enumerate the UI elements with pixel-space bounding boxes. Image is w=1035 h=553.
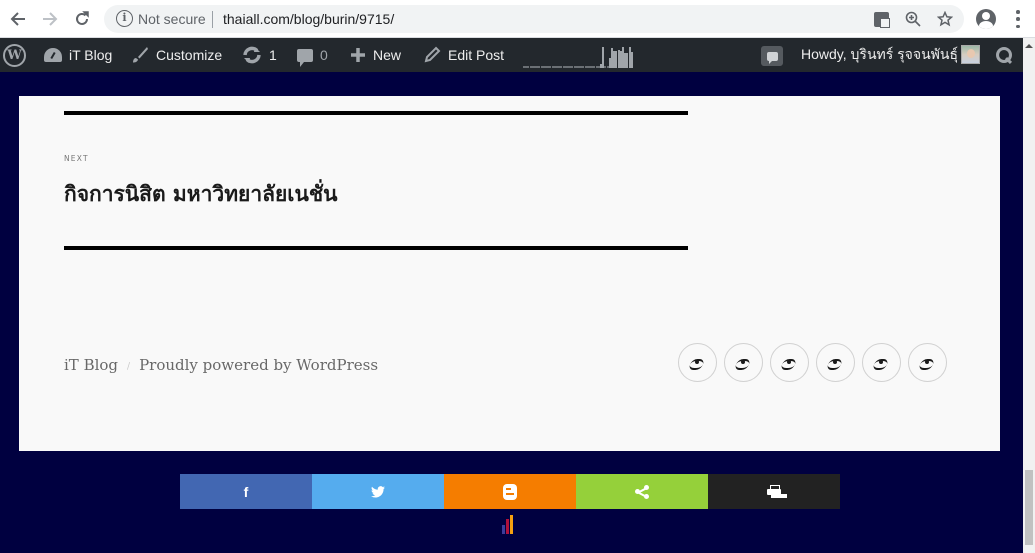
wp-admin-bar: W iT Blog Customize 1 0 New Edit Post Ho… [0, 38, 1023, 72]
customize-menu[interactable]: Customize [131, 38, 222, 72]
updates-count: 1 [269, 47, 277, 63]
profile-icon[interactable] [976, 9, 996, 29]
comments-count: 0 [320, 47, 328, 63]
avatar[interactable] [961, 45, 980, 64]
howdy-text: Howdy, บุรินทร์ รุจจนพันธุ์ [801, 46, 958, 62]
notifications-button[interactable] [761, 46, 783, 66]
social-link-5[interactable] [862, 343, 901, 382]
social-link-icon [874, 357, 889, 369]
share-icon [635, 484, 649, 499]
page-scrollbar[interactable] [1023, 38, 1035, 553]
omnibox-divider [212, 11, 213, 28]
forward-button[interactable] [38, 7, 62, 31]
footer-site-title-link[interactable]: iT Blog [64, 356, 118, 374]
bookmark-button[interactable] [935, 9, 955, 29]
browser-toolbar: i Not secure thaiall.com/blog/burin/9715… [0, 0, 1035, 38]
social-link-1[interactable] [678, 343, 717, 382]
edit-post-menu[interactable]: Edit Post [423, 38, 504, 72]
powered-by-link[interactable]: Proudly powered by WordPress [139, 356, 378, 374]
back-button[interactable] [6, 7, 30, 31]
translate-button[interactable] [871, 9, 891, 29]
post-nav-bottom-rule [64, 246, 688, 250]
social-link-6[interactable] [908, 343, 947, 382]
next-post-label: NEXT [64, 154, 89, 163]
pencil-icon [423, 46, 441, 64]
social-link-4[interactable] [816, 343, 855, 382]
comment-icon [297, 48, 313, 67]
scroll-up-arrow-icon[interactable] [1025, 44, 1033, 48]
social-link-icon [920, 357, 935, 369]
print-icon [767, 485, 781, 498]
reload-icon [76, 11, 89, 25]
zoom-icon [905, 11, 921, 27]
wordpress-logo-icon: W [3, 43, 26, 67]
wp-logo-menu[interactable]: W [3, 38, 26, 72]
brush-icon [131, 46, 149, 64]
stats-sparkline[interactable] [523, 46, 633, 68]
site-name-menu[interactable]: iT Blog [44, 38, 112, 72]
new-content-menu[interactable]: New [350, 38, 401, 72]
post-nav-top-rule [64, 111, 688, 115]
sparkline-bar [630, 52, 633, 68]
security-status: Not secure [138, 11, 206, 27]
menu-icon[interactable] [1016, 10, 1020, 28]
share-button[interactable] [576, 474, 708, 509]
print-button[interactable] [708, 474, 840, 509]
star-icon [937, 11, 953, 27]
share-facebook-button[interactable]: f [180, 474, 312, 509]
share-twitter-button[interactable] [312, 474, 444, 509]
translate-icon [873, 11, 890, 28]
blogger-icon [503, 483, 517, 500]
social-link-3[interactable] [770, 343, 809, 382]
social-link-icon [782, 357, 797, 369]
footer-separator: / [127, 362, 131, 372]
content-card [19, 96, 1000, 451]
arrow-right-icon [43, 12, 58, 26]
customize-label: Customize [156, 47, 223, 63]
url-text[interactable]: thaiall.com/blog/burin/9715/ [223, 11, 394, 27]
new-label: New [373, 47, 402, 63]
address-bar[interactable]: i Not secure thaiall.com/blog/burin/9715… [104, 5, 964, 33]
zoom-button[interactable] [903, 9, 923, 29]
sparkline-bar [602, 47, 605, 68]
scroll-thumb[interactable] [1025, 470, 1033, 545]
updates-menu[interactable]: 1 [242, 38, 277, 72]
social-link-2[interactable] [724, 343, 763, 382]
reload-button[interactable] [70, 7, 94, 31]
dashboard-icon [44, 48, 62, 62]
my-account-menu[interactable]: Howdy, บุรินทร์ รุจจนพันธุ์ [801, 38, 958, 72]
comments-menu[interactable]: 0 [297, 38, 328, 72]
share-blogger-button[interactable] [444, 474, 576, 509]
next-post-link[interactable]: กิจการนิสิต มหาวิทยาลัยเนชั่น [64, 178, 337, 211]
edit-post-label: Edit Post [448, 47, 505, 63]
site-name: iT Blog [69, 47, 113, 63]
social-link-icon [690, 357, 705, 369]
twitter-icon [371, 485, 385, 498]
site-info: iT Blog / Proudly powered by WordPress [64, 356, 378, 374]
updates-icon [242, 46, 262, 64]
social-link-icon [828, 357, 843, 369]
search-icon[interactable] [996, 47, 1014, 65]
notification-icon [766, 51, 778, 64]
arrow-left-icon [10, 12, 25, 26]
info-icon[interactable]: i [116, 10, 133, 27]
social-link-icon [736, 357, 751, 369]
facebook-icon: f [243, 483, 249, 500]
stats-counter-icon[interactable] [502, 515, 518, 534]
plus-icon [350, 47, 366, 63]
